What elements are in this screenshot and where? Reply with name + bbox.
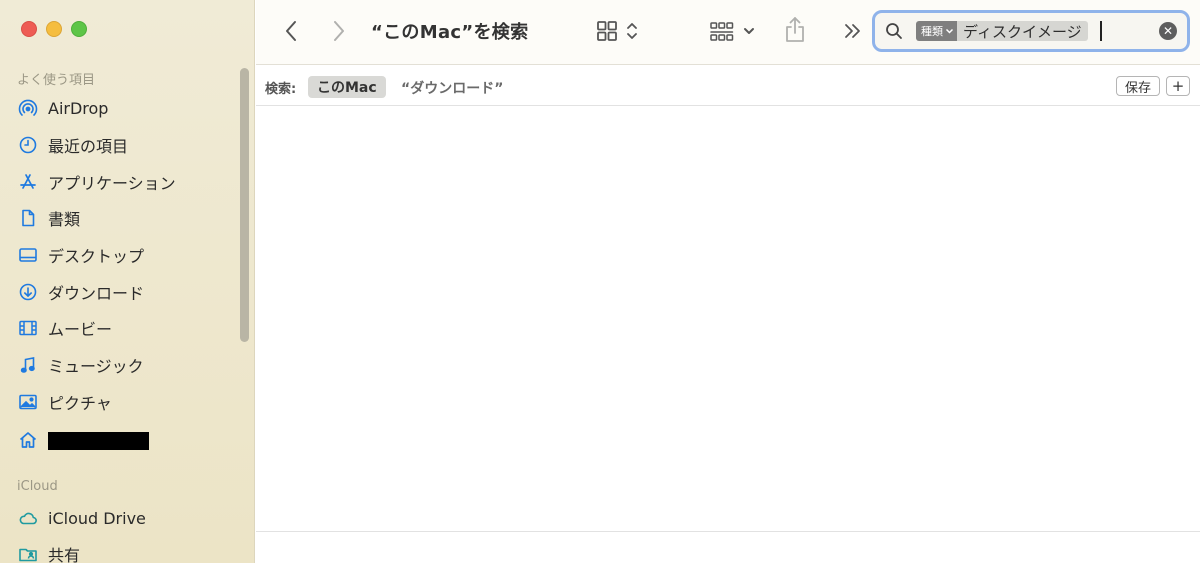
sidebar-scrollbar[interactable]: [240, 68, 249, 342]
chevron-down-icon: [945, 28, 954, 34]
sidebar-item-label: 共有: [48, 546, 81, 563]
forward-button[interactable]: [326, 18, 352, 44]
redacted-username: [48, 432, 149, 450]
sidebar-item-desktop[interactable]: デスクトップ: [17, 240, 237, 270]
search-icon: [886, 23, 902, 39]
search-field[interactable]: 種類 ディスクイメージ ✕: [872, 10, 1190, 52]
view-mode-button[interactable]: [592, 17, 642, 45]
add-criteria-button[interactable]: +: [1166, 76, 1190, 96]
search-token-label: 種類: [921, 25, 943, 38]
save-search-button[interactable]: 保存: [1116, 76, 1161, 96]
back-button[interactable]: [278, 18, 304, 44]
chevron-right-icon: [334, 21, 344, 41]
document-icon: [17, 207, 39, 229]
path-bar-divider: [256, 531, 1200, 532]
close-icon: ✕: [1162, 24, 1174, 38]
zoom-window-button[interactable]: [71, 21, 87, 37]
scope-label: 検索:: [265, 82, 297, 97]
sidebar-item-label: ピクチャ: [48, 394, 112, 413]
sidebar-item-documents[interactable]: 書類: [17, 203, 237, 233]
up-down-chevron-icon: [627, 23, 637, 39]
shared-folder-icon: [17, 543, 39, 563]
icloud-section-label: iCloud: [17, 479, 58, 494]
sidebar-item-applications[interactable]: アプリケーション: [17, 167, 237, 197]
sidebar-item-label: ダウンロード: [48, 284, 145, 303]
sidebar-item-label: 書類: [48, 210, 81, 229]
group-icon: [710, 22, 734, 41]
window-title: “このMac”を検索: [371, 22, 529, 43]
sidebar-item-label: 最近の項目: [48, 137, 129, 156]
chevron-left-icon: [286, 21, 296, 41]
sidebar-item-home[interactable]: [17, 425, 237, 455]
airdrop-icon: [17, 97, 39, 119]
desktop-icon: [17, 244, 39, 266]
scope-downloads-button[interactable]: “ダウンロード”: [401, 78, 503, 98]
share-icon: [786, 17, 804, 42]
sidebar-item-label: ミュージック: [48, 357, 144, 376]
sidebar-item-label: iCloud Drive: [48, 508, 146, 528]
window-controls: [21, 21, 87, 37]
download-icon: [17, 281, 39, 303]
clear-search-button[interactable]: ✕: [1159, 22, 1177, 40]
home-icon: [17, 429, 39, 451]
sidebar-item-pictures[interactable]: ピクチャ: [17, 387, 237, 417]
share-button[interactable]: [780, 14, 810, 46]
chevron-down-icon: [744, 28, 754, 34]
toolbar: “このMac”を検索 種類 ディスクイメージ ✕: [256, 0, 1200, 65]
sidebar-item-label: アプリケーション: [48, 174, 176, 193]
double-chevron-icon: [845, 24, 860, 38]
grid-view-icon: [597, 21, 617, 41]
more-toolbar-items-button[interactable]: [838, 18, 866, 44]
film-icon: [17, 317, 39, 339]
sidebar-item-shared[interactable]: 共有: [17, 539, 237, 563]
sidebar-item-airdrop[interactable]: AirDrop: [17, 93, 237, 123]
clock-icon: [17, 134, 39, 156]
favorites-section-label: よく使う項目: [17, 73, 96, 88]
search-token-value[interactable]: ディスクイメージ: [957, 21, 1088, 41]
text-caret: [1099, 21, 1102, 41]
sidebar-item-recents[interactable]: 最近の項目: [17, 130, 237, 160]
sidebar-item-label: AirDrop: [48, 98, 109, 118]
applications-icon: [17, 171, 39, 193]
search-token-kind[interactable]: 種類: [916, 21, 957, 41]
group-by-button[interactable]: [706, 17, 758, 45]
sidebar: よく使う項目 AirDrop 最近の項目 アプリケーション 書類 デスクトップ …: [0, 0, 255, 563]
sidebar-item-label: デスクトップ: [48, 247, 145, 266]
sidebar-item-downloads[interactable]: ダウンロード: [17, 277, 237, 307]
cloud-icon: [17, 507, 39, 529]
sidebar-item-icloud-drive[interactable]: iCloud Drive: [17, 503, 237, 533]
scope-this-mac-button[interactable]: このMac: [308, 76, 386, 98]
search-scope-bar: 検索: このMac “ダウンロード” 保存 +: [256, 66, 1200, 106]
sidebar-item-movies[interactable]: ムービー: [17, 313, 237, 343]
minimize-window-button[interactable]: [46, 21, 62, 37]
close-window-button[interactable]: [21, 21, 37, 37]
sidebar-item-label: ムービー: [48, 320, 113, 339]
results-area[interactable]: [256, 107, 1200, 531]
sidebar-item-music[interactable]: ミュージック: [17, 350, 237, 380]
picture-icon: [17, 391, 39, 413]
music-icon: [17, 354, 39, 376]
